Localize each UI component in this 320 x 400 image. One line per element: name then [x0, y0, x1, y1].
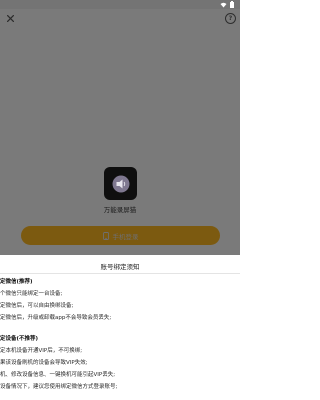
section-device-title: 定设备(不推荐) [0, 336, 39, 342]
status-bar [0, 0, 240, 9]
app-icon [104, 167, 137, 200]
section-wechat-title: 定微信(推荐) [0, 279, 33, 285]
phone-login-button[interactable]: 手机登录 [21, 226, 220, 245]
wechat-line-1: 个微信只能绑定一台设备; [0, 291, 63, 297]
battery-icon [230, 1, 234, 8]
wifi-icon [220, 2, 227, 7]
device-line-4: 设备情况下，建议您使用绑定微信方式登录账号; [0, 384, 118, 390]
status-icons [220, 0, 234, 9]
app-name: 万能录屏猫 [103, 206, 137, 214]
bind-notice-sheet: 账号绑定须知 定微信(推荐) 个微信只能绑定一台设备; 定微信后，可以自由换绑设… [0, 255, 240, 400]
speaker-icon [112, 175, 129, 192]
help-icon: ? [228, 15, 233, 22]
wechat-line-2: 定微信后，可以自由换绑设备; [0, 303, 74, 309]
close-button[interactable] [4, 12, 16, 24]
device-line-1: 定本机设备开通VIP后，不可换绑; [0, 348, 83, 354]
sheet-divider [0, 273, 240, 274]
wechat-line-3: 定微信后，升级或卸载app不会导致会员丢失; [0, 315, 112, 321]
phone-login-label: 手机登录 [112, 232, 139, 241]
close-icon [6, 14, 14, 22]
modal-overlay[interactable] [0, 9, 240, 255]
help-button[interactable]: ? [225, 13, 236, 24]
device-line-2: 果该设备刷机的设备会导致VIP失效; [0, 360, 88, 366]
device-line-3: 机、修改设备信息、一键换机可能引起VIP丢失; [0, 372, 116, 378]
sheet-title: 账号绑定须知 [100, 263, 140, 271]
phone-icon [102, 231, 109, 240]
